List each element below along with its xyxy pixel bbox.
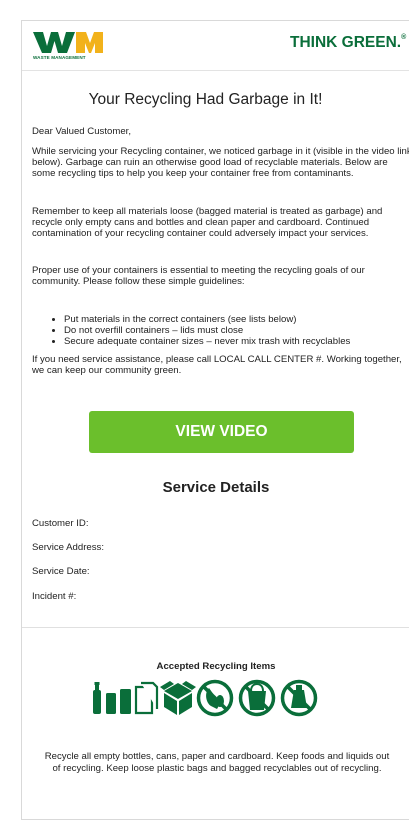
- no-liquids-icon: [280, 679, 318, 717]
- recycling-icons: [93, 679, 318, 717]
- paper-icon: [134, 681, 159, 715]
- customer-id-label: Customer ID:: [32, 518, 89, 529]
- tagline-mark: ®: [401, 34, 407, 41]
- greeting-text: Dear Valued Customer,: [32, 126, 132, 137]
- incident-label: Incident #:: [32, 591, 77, 602]
- accepted-items-title: Accepted Recycling Items: [156, 661, 276, 672]
- section-divider: [22, 627, 409, 628]
- no-food-icon: [196, 679, 234, 717]
- service-details-title: Service Details: [162, 479, 270, 496]
- paragraph-4: If you need service assistance, please c…: [32, 354, 402, 376]
- email-header: WASTE MANAGEMENT THINK GREEN.®: [22, 21, 409, 71]
- paragraph-2: Remember to keep all materials loose (ba…: [32, 206, 383, 239]
- guideline-item: Do not overfill containers – lids must c…: [64, 325, 409, 337]
- can-icon: [106, 689, 131, 714]
- email-title: Your Recycling Had Garbage in It!: [88, 91, 323, 108]
- paragraph-3: Proper use of your containers is essenti…: [32, 265, 365, 287]
- header-divider: [22, 70, 409, 71]
- service-date-label: Service Date:: [32, 566, 90, 577]
- recycling-footer-text: Recycle all empty bottles, cans, paper a…: [44, 751, 390, 774]
- bottle-icon: [93, 682, 101, 714]
- wm-logo-subtitle: WASTE MANAGEMENT: [33, 55, 86, 60]
- service-address-label: Service Address:: [32, 542, 104, 553]
- email-frame: WASTE MANAGEMENT THINK GREEN.® Your Recy…: [21, 20, 409, 820]
- wm-logo: WASTE MANAGEMENT: [33, 30, 128, 64]
- paragraph-1: While servicing your Recycling container…: [32, 146, 409, 179]
- guidelines-list: Put materials in the correct containers …: [52, 314, 409, 348]
- cardboard-box-icon: [160, 681, 196, 715]
- view-video-button[interactable]: VIEW VIDEO: [89, 411, 354, 453]
- wm-logo-mark: [33, 32, 103, 53]
- think-green-tagline: THINK GREEN.®: [290, 34, 406, 52]
- guideline-item: Secure adequate container sizes – never …: [64, 336, 409, 348]
- tagline-text: THINK GREEN.: [290, 34, 402, 51]
- no-bags-icon: [238, 679, 276, 717]
